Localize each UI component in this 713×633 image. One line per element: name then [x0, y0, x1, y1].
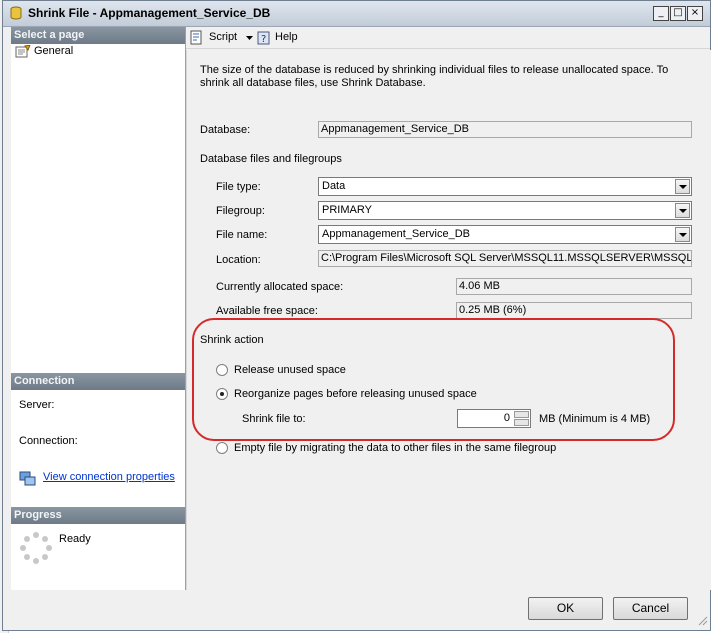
progress-spinner-icon	[20, 532, 52, 564]
filegroup-value: PRIMARY	[322, 204, 372, 216]
close-icon: ×	[690, 7, 700, 18]
chevron-down-icon[interactable]	[675, 203, 690, 218]
chevron-down-icon	[246, 36, 253, 40]
select-page-header: Select a page	[11, 27, 185, 44]
window-title: Shrink File - Appmanagement_Service_DB	[28, 6, 271, 20]
database-label: Database:	[200, 124, 251, 136]
database-field: Appmanagement_Service_DB	[318, 121, 692, 138]
ok-button[interactable]: OK	[528, 597, 603, 620]
cancel-button[interactable]: Cancel	[613, 597, 688, 620]
empty-file-radio[interactable]	[216, 442, 228, 454]
resize-grip-icon[interactable]	[698, 616, 708, 626]
svg-text:?: ?	[261, 34, 266, 45]
script-button[interactable]: Script	[189, 29, 253, 47]
location-label: Location:	[216, 254, 261, 266]
chevron-down-icon[interactable]	[675, 227, 690, 242]
toolbar-divider	[186, 48, 710, 49]
title-bar[interactable]: Shrink File - Appmanagement_Service_DB _…	[3, 1, 710, 27]
script-label: Script	[209, 31, 238, 43]
filegroup-dropdown[interactable]: PRIMARY	[318, 201, 692, 220]
file-type-value: Data	[322, 180, 346, 192]
file-name-dropdown[interactable]: Appmanagement_Service_DB	[318, 225, 692, 244]
minimize-button[interactable]: _	[653, 6, 669, 21]
empty-file-label[interactable]: Empty file by migrating the data to othe…	[234, 442, 556, 454]
help-icon: ?	[257, 31, 270, 45]
file-type-dropdown[interactable]: Data	[318, 177, 692, 196]
main-panel: The size of the database is reduced by s…	[186, 50, 711, 590]
general-page-icon	[15, 45, 31, 58]
shrink-file-dialog: Shrink File - Appmanagement_Service_DB _…	[2, 0, 711, 631]
file-name-value: Appmanagement_Service_DB	[322, 228, 470, 240]
database-icon	[10, 6, 22, 20]
location-field: C:\Program Files\Microsoft SQL Server\MS…	[318, 250, 692, 267]
connection-header: Connection	[11, 373, 185, 390]
page-item-label: General	[34, 45, 74, 57]
toolbar: Script ? Help	[186, 27, 710, 49]
files-section-label: Database files and filegroups	[200, 153, 342, 165]
file-name-label: File name:	[216, 229, 268, 241]
script-icon	[190, 30, 202, 45]
minimize-icon: _	[658, 7, 664, 18]
free-space-label: Available free space:	[216, 305, 318, 317]
progress-status: Ready	[59, 533, 91, 545]
view-connection-properties-link[interactable]: View connection properties	[43, 471, 175, 483]
server-label: Server:	[19, 399, 55, 411]
page-item-general[interactable]: General	[15, 44, 181, 60]
chevron-down-icon[interactable]	[675, 179, 690, 194]
maximize-button[interactable]: □	[670, 6, 686, 21]
file-type-label: File type:	[216, 181, 261, 193]
free-space-field: 0.25 MB (6%)	[456, 302, 692, 319]
highlight-circle	[192, 318, 675, 441]
connection-properties-icon	[19, 471, 36, 486]
help-label: Help	[275, 31, 298, 43]
help-button[interactable]: ? Help	[256, 29, 300, 47]
allocated-space-field: 4.06 MB	[456, 278, 692, 295]
maximize-icon: □	[673, 7, 683, 18]
left-pane: Select a page General Connection Server:…	[11, 27, 186, 590]
close-button[interactable]: ×	[687, 6, 703, 21]
description-text: The size of the database is reduced by s…	[200, 64, 669, 89]
connection-label: Connection:	[19, 435, 78, 447]
allocated-space-label: Currently allocated space:	[216, 281, 344, 293]
filegroup-label: Filegroup:	[216, 205, 265, 217]
progress-header: Progress	[11, 507, 185, 524]
